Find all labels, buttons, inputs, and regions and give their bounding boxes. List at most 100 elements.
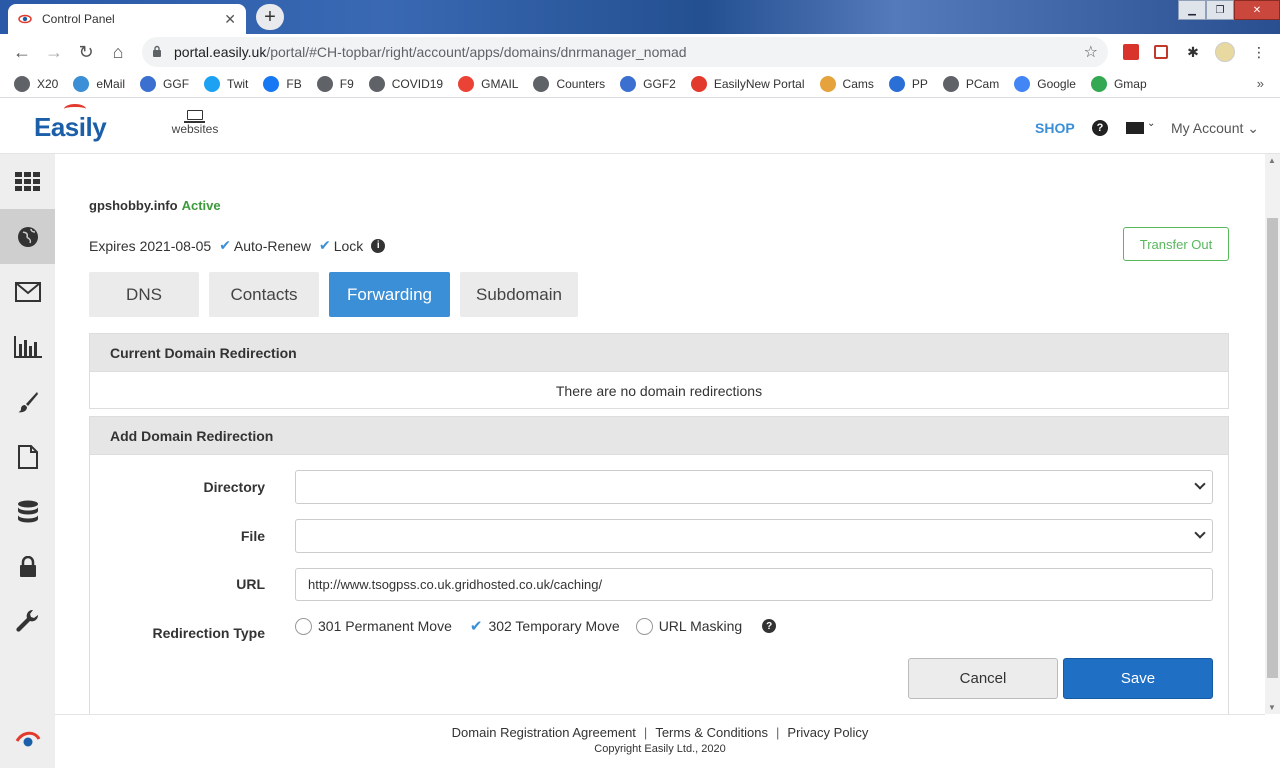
scroll-down-icon[interactable]: ▼ bbox=[1268, 703, 1276, 712]
checkmark-icon: ✔ bbox=[219, 237, 231, 253]
directory-select[interactable] bbox=[295, 470, 1213, 504]
chevron-down-icon[interactable]: ⌄ bbox=[1147, 118, 1155, 129]
bookmark-star-icon[interactable]: ☆ bbox=[1084, 42, 1098, 62]
radio-301-permanent[interactable]: 301 Permanent Move bbox=[295, 617, 452, 635]
bookmark-email[interactable]: eMail bbox=[73, 75, 125, 92]
home-icon[interactable]: ⌂ bbox=[102, 36, 134, 68]
current-redirection-title: Current Domain Redirection bbox=[110, 344, 297, 361]
auto-renew-label[interactable]: Auto-Renew bbox=[234, 238, 311, 254]
domain-agreement-link[interactable]: Domain Registration Agreement bbox=[452, 725, 636, 740]
extensions-puzzle-icon[interactable]: ✱ bbox=[1180, 38, 1206, 66]
bookmark-gmap[interactable]: Gmap bbox=[1090, 75, 1147, 92]
mail-icon[interactable] bbox=[1126, 122, 1144, 134]
bookmark-pcam[interactable]: PCam bbox=[942, 75, 999, 92]
checkmark-icon: ✔ bbox=[318, 237, 331, 253]
bookmark-gmail[interactable]: GMAIL bbox=[458, 75, 518, 92]
sidebar-item-tools[interactable] bbox=[0, 594, 55, 649]
pocket-extension-icon[interactable] bbox=[1148, 38, 1174, 66]
terms-link[interactable]: Terms & Conditions bbox=[655, 725, 768, 740]
tab-dns[interactable]: DNS bbox=[89, 272, 199, 317]
transfer-out-button[interactable]: Transfer Out bbox=[1123, 227, 1229, 261]
more-bookmarks-icon[interactable]: » bbox=[1257, 76, 1264, 91]
bookmark-counters[interactable]: Counters bbox=[533, 75, 605, 92]
current-redirection-body: There are no domain redirections bbox=[89, 372, 1229, 409]
sidebar-item-security[interactable] bbox=[0, 539, 55, 594]
url-host: portal.easily.uk bbox=[174, 44, 267, 60]
sidebar-item-files[interactable] bbox=[0, 429, 55, 484]
radio-url-masking[interactable]: URL Masking bbox=[635, 617, 742, 635]
sidebar-item-design[interactable] bbox=[0, 374, 55, 429]
my-account-menu[interactable]: My Account ⌄ bbox=[1171, 120, 1259, 137]
info-icon[interactable]: i bbox=[371, 238, 386, 253]
sidebar-item-stats[interactable] bbox=[0, 319, 55, 374]
tab-contacts[interactable]: Contacts bbox=[209, 272, 319, 317]
easily-footer-logo-icon bbox=[0, 714, 55, 768]
bookmark-twit[interactable]: Twit bbox=[204, 75, 248, 92]
bookmark-google[interactable]: Google bbox=[1014, 75, 1076, 92]
sidebar-item-databases[interactable] bbox=[0, 484, 55, 539]
ggf-icon bbox=[140, 75, 157, 92]
address-bar[interactable]: portal.easily.uk/portal/#CH-topbar/right… bbox=[142, 37, 1108, 67]
status-badge: Active bbox=[181, 198, 221, 213]
radio-circle-icon[interactable] bbox=[635, 617, 653, 635]
window-controls: ▁ ❐ ✕ bbox=[1178, 0, 1280, 20]
save-button[interactable]: Save bbox=[1063, 658, 1213, 699]
sidebar-item-domains[interactable] bbox=[0, 209, 55, 264]
url-input[interactable]: http://www.tsogpss.co.uk.gridhosted.co.u… bbox=[295, 568, 1213, 601]
globe-color-icon bbox=[888, 75, 905, 92]
pdf-extension-icon[interactable] bbox=[1118, 38, 1144, 66]
bookmark-x20[interactable]: X20 bbox=[14, 75, 58, 92]
page-scrollbar[interactable]: ▲ ▼ bbox=[1265, 154, 1280, 714]
sidebar-item-apps[interactable] bbox=[0, 154, 55, 209]
scrollbar-thumb[interactable] bbox=[1267, 218, 1278, 678]
bookmark-ggf2[interactable]: GGF2 bbox=[620, 75, 676, 92]
bookmark-cams[interactable]: Cams bbox=[819, 75, 874, 92]
file-select[interactable] bbox=[295, 519, 1213, 553]
reload-icon[interactable]: ↻ bbox=[70, 36, 102, 68]
scroll-up-icon[interactable]: ▲ bbox=[1268, 156, 1276, 165]
easily-icon bbox=[690, 75, 707, 92]
tab-close-icon[interactable]: ✕ bbox=[224, 11, 236, 28]
browser-menu-icon[interactable]: ⋮ bbox=[1246, 38, 1272, 66]
checkmark-icon[interactable]: ✔ bbox=[470, 617, 483, 635]
domain-meta: Expires 2021-08-05 ✔ Auto-Renew ✔ Lock i bbox=[89, 237, 386, 254]
new-tab-button[interactable]: + bbox=[256, 4, 284, 30]
bookmark-covid19[interactable]: COVID19 bbox=[368, 75, 443, 92]
restore-window-icon[interactable]: ❐ bbox=[1206, 0, 1234, 20]
radio-circle-icon[interactable] bbox=[295, 617, 312, 635]
bookmark-pp[interactable]: PP bbox=[888, 75, 928, 92]
footer-separator: | bbox=[643, 725, 648, 740]
tab-forwarding[interactable]: Forwarding bbox=[329, 272, 450, 317]
radio-302-temporary[interactable]: ✔ 302 Temporary Move bbox=[468, 617, 620, 635]
websites-nav[interactable]: websites bbox=[160, 110, 230, 136]
bookmark-fb[interactable]: FB bbox=[263, 75, 302, 92]
add-redirection-title: Add Domain Redirection bbox=[110, 427, 274, 444]
browser-tab[interactable]: Control Panel ✕ bbox=[8, 4, 246, 34]
close-window-icon[interactable]: ✕ bbox=[1234, 0, 1280, 20]
wrench-icon bbox=[15, 609, 38, 632]
tab-subdomain[interactable]: Subdomain bbox=[460, 272, 578, 317]
directory-label: Directory bbox=[203, 479, 265, 495]
shop-link[interactable]: SHOP bbox=[1035, 120, 1075, 136]
help-icon[interactable]: ? bbox=[762, 619, 777, 633]
bookmark-f9[interactable]: F9 bbox=[316, 75, 354, 92]
minimize-window-icon[interactable]: ▁ bbox=[1178, 0, 1206, 20]
padlock-icon bbox=[19, 555, 36, 577]
url-text: portal.easily.uk/portal/#CH-topbar/right… bbox=[174, 44, 687, 60]
laptop-icon bbox=[184, 110, 205, 123]
help-icon[interactable]: ? bbox=[1092, 120, 1108, 136]
bookmark-easilynew-portal[interactable]: EasilyNew Portal bbox=[690, 75, 805, 92]
cancel-button[interactable]: Cancel bbox=[908, 658, 1058, 699]
bookmark-label: F9 bbox=[339, 76, 354, 91]
forward-arrow-icon[interactable]: → bbox=[38, 36, 70, 68]
back-arrow-icon[interactable]: ← bbox=[6, 36, 38, 68]
bookmark-ggf[interactable]: GGF bbox=[140, 75, 189, 92]
privacy-link[interactable]: Privacy Policy bbox=[787, 725, 868, 740]
sidebar-item-email[interactable] bbox=[0, 264, 55, 319]
easily-logo[interactable]: Easily bbox=[34, 104, 107, 143]
lock-label[interactable]: Lock bbox=[334, 238, 364, 254]
current-redirection-header: Current Domain Redirection bbox=[89, 333, 1229, 372]
bookmark-label: Cams bbox=[842, 76, 874, 91]
profile-avatar-icon[interactable] bbox=[1212, 38, 1238, 66]
globe-icon bbox=[942, 75, 959, 92]
